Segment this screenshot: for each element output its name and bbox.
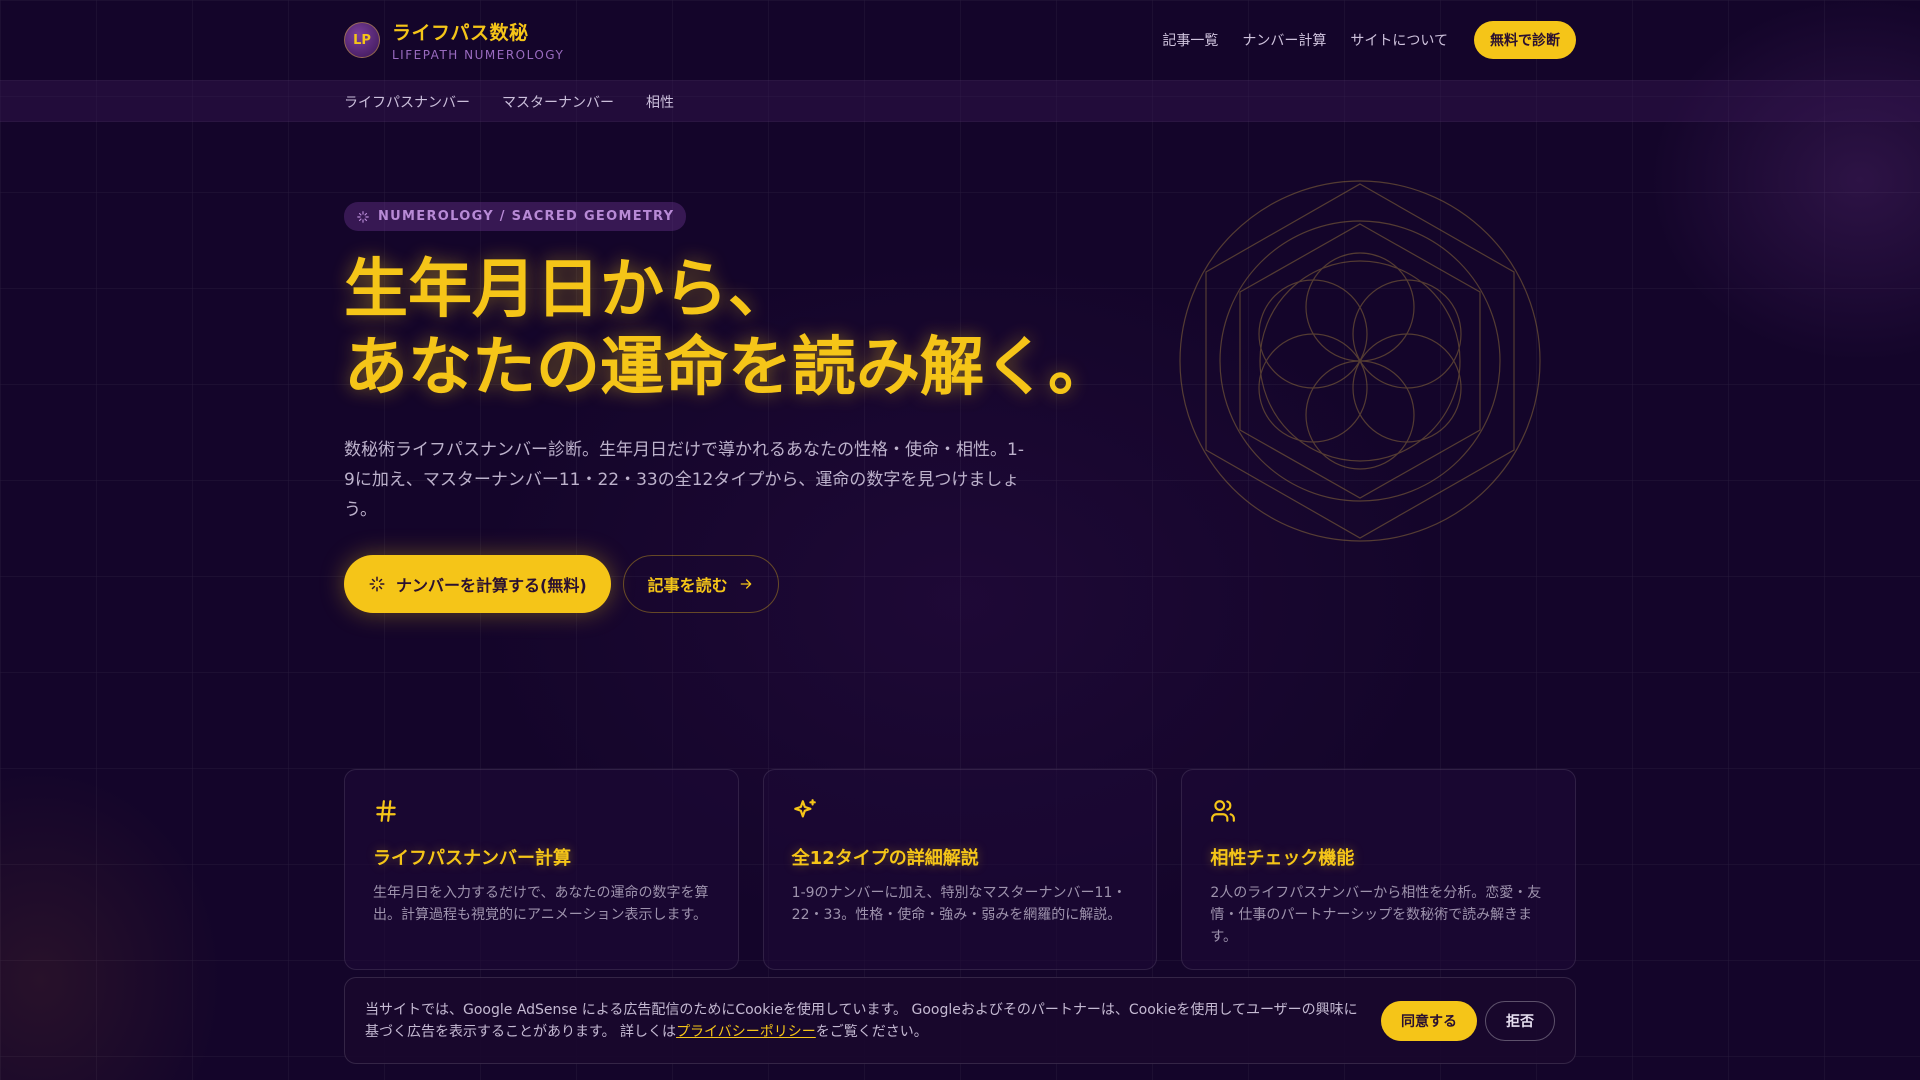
hero-section: NUMEROLOGY / SACRED GEOMETRY 生年月日から、 あなた… [344,202,1112,613]
subnav-lifepath-number[interactable]: ライフパスナンバー [344,92,470,112]
brand-logo-link[interactable]: LP ライフパス数秘 LIFEPATH NUMEROLOGY [344,18,564,62]
subnav-compatibility[interactable]: 相性 [646,92,674,112]
calculate-number-label: ナンバーを計算する(無料) [396,576,587,595]
calculate-number-button[interactable]: ナンバーを計算する(無料) [344,555,611,613]
card-description: 生年月日を入力するだけで、あなたの運命の数字を算出。計算過程も視覚的にアニメーシ… [373,885,709,923]
feature-card-calculator[interactable]: ライフパスナンバー計算 生年月日を入力するだけで、あなたの運命の数字を算出。計算… [344,769,739,970]
sub-nav: ライフパスナンバー マスターナンバー 相性 [0,80,1920,122]
hero-tag-label: NUMEROLOGY / SACRED GEOMETRY [378,209,675,224]
site-subtitle: LIFEPATH NUMEROLOGY [392,48,565,62]
logo-badge: LP [344,22,380,58]
site-header: LP ライフパス数秘 LIFEPATH NUMEROLOGY 記事一覧 ナンバー… [0,0,1920,80]
cookie-text-after: をご覧ください。 [815,1023,928,1040]
read-articles-button[interactable]: 記事を読む [622,555,779,613]
nav-articles[interactable]: 記事一覧 [1162,30,1218,50]
card-title: 全12タイプの詳細解説 [791,848,979,869]
feature-card-compatibility[interactable]: 相性チェック機能 2人のライフパスナンバーから相性を分析。恋愛・友情・仕事のパー… [1181,769,1577,970]
free-diagnosis-button[interactable]: 無料で診断 [1474,21,1576,59]
subnav-master-number[interactable]: マスターナンバー [502,92,614,112]
card-description: 1-9のナンバーに加え、特別なマスターナンバー11・22・33。性格・使命・強み… [791,885,1127,923]
card-title: ライフパスナンバー計算 [373,848,571,869]
cookie-reject-button[interactable]: 拒否 [1485,1000,1555,1041]
cookie-accept-button[interactable]: 同意する [1381,1000,1477,1041]
users-icon [1211,800,1236,822]
read-articles-label: 記事を読む [647,576,728,595]
nav-about[interactable]: サイトについて [1350,30,1448,50]
card-title: 相性チェック機能 [1210,848,1355,869]
sacred-geometry-graphic [1179,180,1541,542]
hero-tag: NUMEROLOGY / SACRED GEOMETRY [344,202,687,231]
sparkle-icon [357,210,369,223]
cookie-message: 当サイトでは、Google AdSense による広告配信のためにCookieを… [365,999,1365,1043]
card-description: 2人のライフパスナンバーから相性を分析。恋愛・友情・仕事のパートナーシップを数秘… [1210,885,1542,945]
sparkles-icon [793,799,816,818]
sparkle-icon [369,576,385,592]
feature-card-types[interactable]: 全12タイプの詳細解説 1-9のナンバーに加え、特別なマスターナンバー11・22… [762,769,1158,970]
feature-cards: ライフパスナンバー計算 生年月日を入力するだけで、あなたの運命の数字を算出。計算… [344,769,1577,970]
main-nav: 記事一覧 ナンバー計算 サイトについて 無料で診断 [1162,21,1576,59]
hash-icon [376,800,396,822]
privacy-policy-link[interactable]: プライバシーポリシー [676,1024,816,1040]
site-title: ライフパス数秘 [392,22,529,44]
hero-description: 数秘術ライフパスナンバー診断。生年月日だけで導かれるあなたの性格・使命・相性。1… [344,440,1024,520]
hero-title-line2: あなたの運命を読み解く。 [344,331,1112,405]
hero-title-line1: 生年月日から、 [344,253,792,327]
cookie-banner: 当サイトでは、Google AdSense による広告配信のためにCookieを… [344,977,1576,1064]
nav-calculator[interactable]: ナンバー計算 [1242,30,1326,50]
hero-title: 生年月日から、 あなたの運命を読み解く。 [344,251,1112,407]
arrow-right-icon [740,579,751,589]
